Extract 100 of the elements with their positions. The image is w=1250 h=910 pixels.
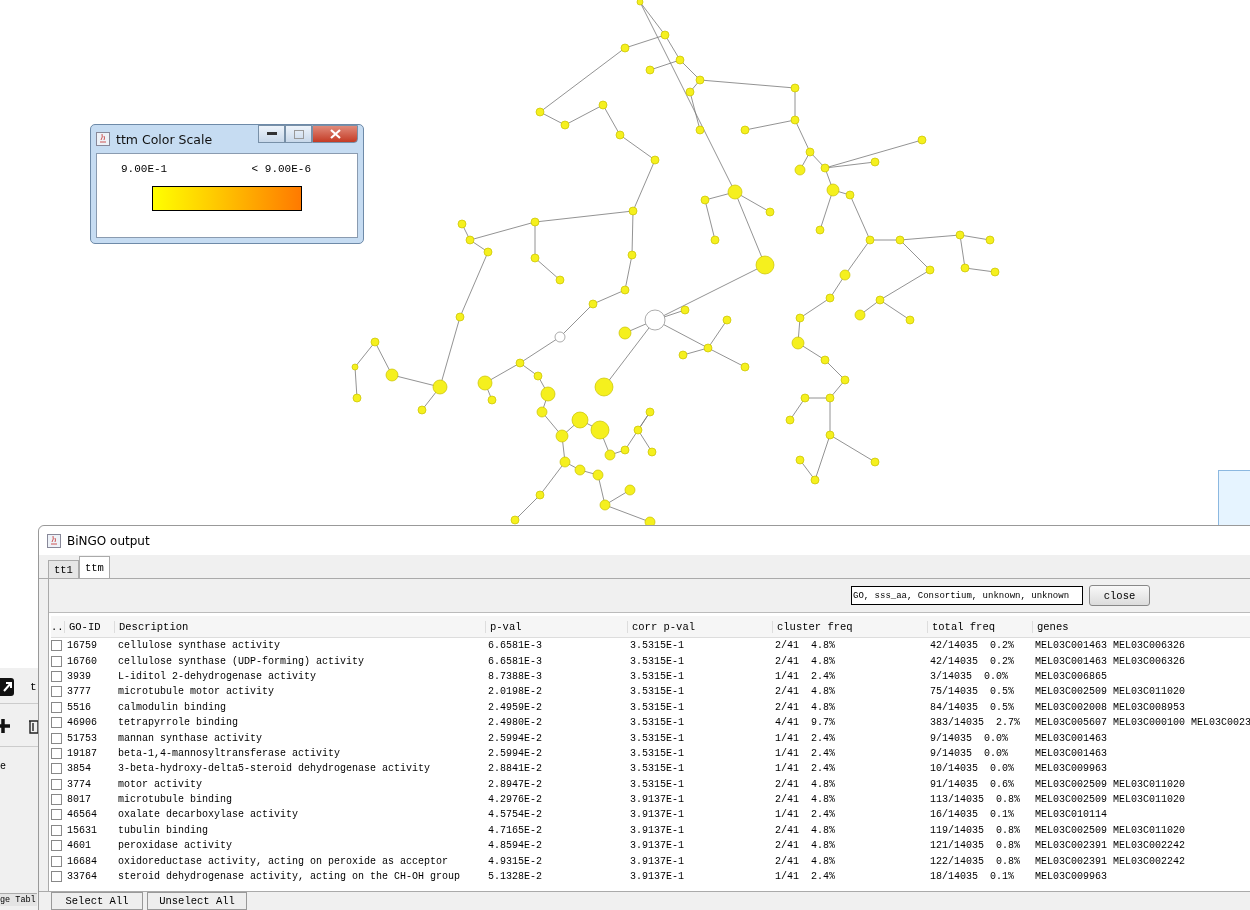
row-checkbox[interactable] xyxy=(51,717,62,729)
table-cell-text: 3.5315E-1 xyxy=(629,732,685,744)
table-cell-text: 42/14035 0.2% xyxy=(929,640,1015,652)
table-cell-text: 1/41 2.4% xyxy=(774,670,836,682)
table-cell-text: 1/41 2.4% xyxy=(774,871,836,883)
table-cell-text: 3-beta-hydroxy-delta5-steroid dehydrogenase activity xyxy=(117,763,432,775)
row-checkbox[interactable] xyxy=(51,670,62,682)
table-cell-text: 2.8947E-2 xyxy=(487,778,543,790)
plus-icon[interactable] xyxy=(0,718,10,734)
table-tab[interactable]: ge Tabl xyxy=(0,893,37,906)
tab[interactable]: ttm xyxy=(78,556,110,578)
table-cell-text: microtubule binding xyxy=(117,794,234,806)
column-header[interactable]: total freq xyxy=(928,620,1033,633)
table-cell-text: 122/14035 0.8% xyxy=(929,855,1021,867)
table-cell-text: 3.5315E-1 xyxy=(629,747,685,759)
table-cell-text: 2/41 4.8% xyxy=(774,701,836,713)
table-cell-text: 8017 xyxy=(66,794,92,806)
table-cell-text: 16684 xyxy=(66,855,98,867)
window-title: ttm Color Scale xyxy=(116,131,213,147)
table-cell-text: L-iditol 2-dehydrogenase activity xyxy=(117,670,318,682)
select-button[interactable]: Unselect All xyxy=(147,892,247,910)
table-cell-text: 16760 xyxy=(66,655,98,667)
row-checkbox[interactable] xyxy=(51,747,62,759)
table-cell-text: 383/14035 2.7% xyxy=(929,717,1021,729)
close-button[interactable] xyxy=(312,125,358,143)
row-checkbox[interactable] xyxy=(51,824,62,836)
table-cell-text: 6.6581E-3 xyxy=(487,640,543,652)
table-cell-text: 2/41 4.8% xyxy=(774,640,836,652)
row-checkbox[interactable] xyxy=(51,686,62,698)
table-cell-text: MEL03C002509 MEL03C011020 xyxy=(1034,794,1187,806)
table-cell-text: 119/14035 0.8% xyxy=(929,824,1021,836)
row-checkbox[interactable] xyxy=(51,809,62,821)
table-cell-text: 4.7165E-2 xyxy=(487,824,543,836)
close-button[interactable]: close xyxy=(1089,585,1150,606)
ontology-field[interactable]: GO, sss_aa, Consortium, unknown, unknown xyxy=(851,586,1083,605)
table-cell-text: 3854 xyxy=(66,763,92,775)
row-checkbox[interactable] xyxy=(51,640,62,652)
table-cell-text: 1/41 2.4% xyxy=(774,747,836,759)
table-cell-text: 3.5315E-1 xyxy=(629,640,685,652)
column-header[interactable]: corr p-val xyxy=(628,620,773,633)
table-cell-text: MEL03C001463 xyxy=(1034,732,1108,744)
row-checkbox[interactable] xyxy=(51,840,62,852)
table-cell-text: oxalate decarboxylase activity xyxy=(117,809,300,821)
column-header[interactable]: GO-ID xyxy=(65,620,115,633)
table-cell-text: 2.4980E-2 xyxy=(487,717,543,729)
row-checkbox[interactable] xyxy=(51,655,62,667)
table-cell-text: 91/14035 0.6% xyxy=(929,778,1015,790)
row-checkbox[interactable] xyxy=(51,778,62,790)
column-header[interactable]: genes xyxy=(1033,620,1250,633)
table-cell-text: 3777 xyxy=(66,686,92,698)
trash-icon[interactable] xyxy=(28,717,38,735)
table-cell-text: MEL03C002509 MEL03C011020 xyxy=(1034,824,1187,836)
table-cell-text: 3.9137E-1 xyxy=(629,824,685,836)
table-cell-text: MEL03C001463 xyxy=(1034,747,1108,759)
table-cell-text: 3.9137E-1 xyxy=(629,809,685,821)
panel-tab[interactable]: t xyxy=(30,680,37,693)
table-cell-text: MEL03C010114 xyxy=(1034,809,1108,821)
table-cell-text: 4601 xyxy=(66,840,92,852)
table-cell-text: 2.4959E-2 xyxy=(487,701,543,713)
minimize-button[interactable] xyxy=(258,125,285,143)
column-header[interactable]: p-val xyxy=(486,620,628,633)
table-cell-text: 75/14035 0.5% xyxy=(929,686,1015,698)
column-header[interactable]: .. xyxy=(51,620,65,633)
close-icon xyxy=(329,129,341,139)
row-checkbox[interactable] xyxy=(51,763,62,775)
table-cell-text: 113/14035 0.8% xyxy=(929,794,1021,806)
table-cell-text: 1/41 2.4% xyxy=(774,763,836,775)
table-cell-text: 3.9137E-1 xyxy=(629,794,685,806)
table-cell-text: 2/41 4.8% xyxy=(774,824,836,836)
table-cell-text: 1/41 2.4% xyxy=(774,809,836,821)
table-cell-text: MEL03C006865 xyxy=(1034,670,1108,682)
row-checkbox[interactable] xyxy=(51,701,62,713)
table-cell-text: MEL03C009963 xyxy=(1034,871,1108,883)
table-cell-text: 121/14035 0.8% xyxy=(929,840,1021,852)
table-cell-text: steroid dehydrogenase activity, acting on the CH-OH group xyxy=(117,871,462,883)
expand-icon[interactable] xyxy=(0,677,15,696)
table-cell-text: 4.8594E-2 xyxy=(487,840,543,852)
table-cell-text: 2/41 4.8% xyxy=(774,794,836,806)
row-checkbox[interactable] xyxy=(51,871,62,883)
tab[interactable]: tt1 xyxy=(48,560,79,578)
select-button[interactable]: Select All xyxy=(51,892,143,910)
row-checkbox[interactable] xyxy=(51,794,62,806)
row-checkbox[interactable] xyxy=(51,855,62,867)
table-cell-text: 15631 xyxy=(66,824,98,836)
table-cell-text: 3.5315E-1 xyxy=(629,701,685,713)
table-cell-text: 3.9137E-1 xyxy=(629,871,685,883)
table-cell-text: 3939 xyxy=(66,670,92,682)
column-header[interactable]: cluster freq xyxy=(773,620,928,633)
maximize-icon xyxy=(293,129,304,139)
table-cell-text: 2.0198E-2 xyxy=(487,686,543,698)
column-header[interactable]: Description xyxy=(115,620,486,633)
table-cell-text: 84/14035 0.5% xyxy=(929,701,1015,713)
table-cell-text: 3.9137E-1 xyxy=(629,840,685,852)
table-cell-text: 19187 xyxy=(66,747,98,759)
table-cell-text: MEL03C002008 MEL03C008953 xyxy=(1034,701,1187,713)
table-cell-text: 3.5315E-1 xyxy=(629,686,685,698)
row-checkbox[interactable] xyxy=(51,732,62,744)
table-cell-text: peroxidase activity xyxy=(117,840,234,852)
minimize-icon xyxy=(266,132,277,136)
table-cell-text: 4.2976E-2 xyxy=(487,794,543,806)
